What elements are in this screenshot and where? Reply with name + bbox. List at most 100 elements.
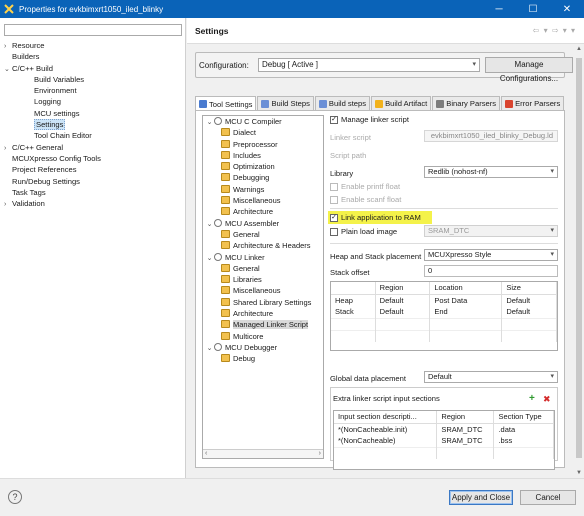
stack-offset-input[interactable]: 0 [424,265,558,277]
tool-item[interactable]: Debugging [203,172,323,183]
scroll-thumb[interactable] [576,58,582,458]
table-cell: *(NonCacheable.init) [334,423,438,435]
chevron-down-icon[interactable]: ⌄ [205,253,214,264]
nav-item[interactable]: Builders [4,51,101,62]
tab[interactable]: Build Artifact [371,96,432,110]
tool-item[interactable]: Managed Linker Script [203,319,323,330]
vertical-scrollbar[interactable]: ▲ ▼ [574,44,584,478]
nav-item[interactable]: › Validation [4,198,101,209]
tool-group[interactable]: ⌄ MCU Assembler [203,218,323,229]
nav-item[interactable]: ⌄ C/C++ Build [4,63,101,74]
nav-item[interactable]: Project References [4,164,101,175]
nav-item[interactable]: Settings [4,119,101,131]
gear-icon [214,342,222,351]
nav-item[interactable]: Task Tags [4,187,101,198]
nav-item[interactable]: Tool Chain Editor [4,130,101,141]
tool-item[interactable]: Dialect [203,127,323,138]
maximize-button[interactable]: ☐ [516,0,550,18]
apply-and-close-button[interactable]: Apply and Close [449,490,513,505]
tool-item[interactable]: Shared Library Settings [203,297,323,308]
linker-script-input[interactable]: evkbimxrt1050_iled_blinky_Debug.ld [424,130,558,142]
history-nav-icons[interactable]: ⇦ ▾ ⇨ ▾ ▾ [533,26,576,35]
chevron-down-icon[interactable]: ⌄ [205,343,214,354]
tool-item[interactable]: Optimization [203,161,323,172]
scroll-up-icon[interactable]: ▲ [576,46,582,52]
tool-group[interactable]: ⌄ MCU C Compiler [203,116,323,127]
tab[interactable]: Error Parsers [501,96,565,110]
nav-item[interactable]: MCUXpresso Config Tools [4,153,101,164]
chevron-down-icon: ▾ [472,61,476,68]
library-select[interactable]: Redlib (nohost-nf) ▾ [424,166,558,178]
tool-item[interactable]: Architecture [203,206,323,217]
scroll-down-icon[interactable]: ▼ [576,470,582,476]
filter-input[interactable] [4,24,182,36]
tool-item[interactable]: Architecture [203,308,323,319]
folder-icon [221,286,230,295]
tab-label: Build Steps [271,99,310,108]
nav-item-label: MCUXpresso Config Tools [12,153,101,163]
cancel-button[interactable]: Cancel [520,490,576,505]
tab[interactable]: Build Steps [257,96,314,110]
tool-item-label: Miscellaneous [233,286,281,296]
tool-item[interactable]: Architecture & Headers [203,240,323,251]
nav-item[interactable]: Build Variables [4,74,101,85]
tab[interactable]: Tool Settings [195,96,257,111]
chevron-down-icon[interactable]: ⌄ [205,117,214,128]
chevron-down-icon[interactable]: ⌄ [205,219,214,230]
table-cell: .data [493,423,554,435]
manage-linker-script-checkbox[interactable]: ✓ Manage linker script [330,115,409,124]
horizontal-scrollbar[interactable]: ‹ › [203,449,323,458]
plain-load-image-checkbox[interactable]: Plain load image [330,227,397,236]
table-row[interactable]: *(NonCacheable.init) SRAM_DTC .data [334,423,554,435]
tab[interactable]: Binary Parsers [432,96,501,110]
tool-item[interactable]: Debug [203,353,323,364]
add-icon[interactable]: + [529,393,535,404]
nav-item-label: Tool Chain Editor [34,131,92,141]
scroll-right-icon[interactable]: › [319,450,321,457]
table-row[interactable]: *(NonCacheable) SRAM_DTC .bss [334,435,554,447]
enable-printf-float-checkbox[interactable]: Enable printf float [330,182,400,191]
table-cell: Default [501,294,557,306]
link-application-to-ram-checkbox[interactable]: ✓ Link application to RAM [330,213,421,222]
close-button[interactable]: ✕ [550,0,584,18]
heap-stack-placement-select[interactable]: MCUXpresso Style ▾ [424,249,558,261]
help-icon[interactable]: ? [8,490,22,504]
tool-item-label: Warnings [233,184,265,194]
configuration-label: Configuration: [199,61,249,70]
tool-item[interactable]: General [203,229,323,240]
nav-item[interactable]: MCU settings [4,108,101,119]
nav-item[interactable]: › C/C++ General [4,142,101,153]
tool-item[interactable]: Multicore [203,331,323,342]
plain-load-image-select[interactable]: SRAM_DTC ▾ [424,225,558,237]
manage-configurations-button[interactable]: Manage Configurations... [485,57,573,83]
tool-item[interactable]: Warnings [203,184,323,195]
scroll-left-icon[interactable]: ‹ [205,450,207,457]
tool-item[interactable]: Miscellaneous [203,195,323,206]
tab[interactable]: Build steps [314,96,371,110]
tool-item-label: Optimization [233,162,275,172]
nav-item[interactable]: › Resource [4,40,101,51]
settings-panel: Settings ⇦ ▾ ⇨ ▾ ▾ Configuration: Debug … [187,18,584,478]
table-row[interactable]: Heap Default Post Data Default [331,294,557,306]
configuration-select[interactable]: Debug [ Active ] ▾ [258,58,480,72]
tool-item[interactable]: Includes [203,150,323,161]
chevron-right-icon[interactable]: › [4,199,12,210]
remove-icon[interactable]: ✖ [543,394,551,405]
nav-item[interactable]: Logging [4,96,101,107]
table-cell: *(NonCacheable) [334,435,438,447]
tool-item[interactable]: General [203,263,323,274]
tool-group[interactable]: ⌄ MCU Debugger [203,342,323,353]
checkbox-icon [330,195,338,204]
nav-item[interactable]: Environment [4,85,101,96]
tool-item[interactable]: Libraries [203,274,323,285]
enable-scanf-float-checkbox[interactable]: Enable scanf float [330,195,401,204]
managed-linker-script-settings: ✓ Manage linker script Linker script evk… [328,111,562,470]
table-row[interactable]: Stack Default End Default [331,306,557,318]
tool-item[interactable]: Miscellaneous [203,285,323,296]
tool-item[interactable]: Preprocessor [203,139,323,150]
minimize-button[interactable]: ─ [482,0,516,18]
tool-group[interactable]: ⌄ MCU Linker [203,252,323,263]
folder-icon [221,354,230,363]
nav-item[interactable]: Run/Debug Settings [4,176,101,187]
global-data-placement-select[interactable]: Default ▾ [424,371,558,383]
